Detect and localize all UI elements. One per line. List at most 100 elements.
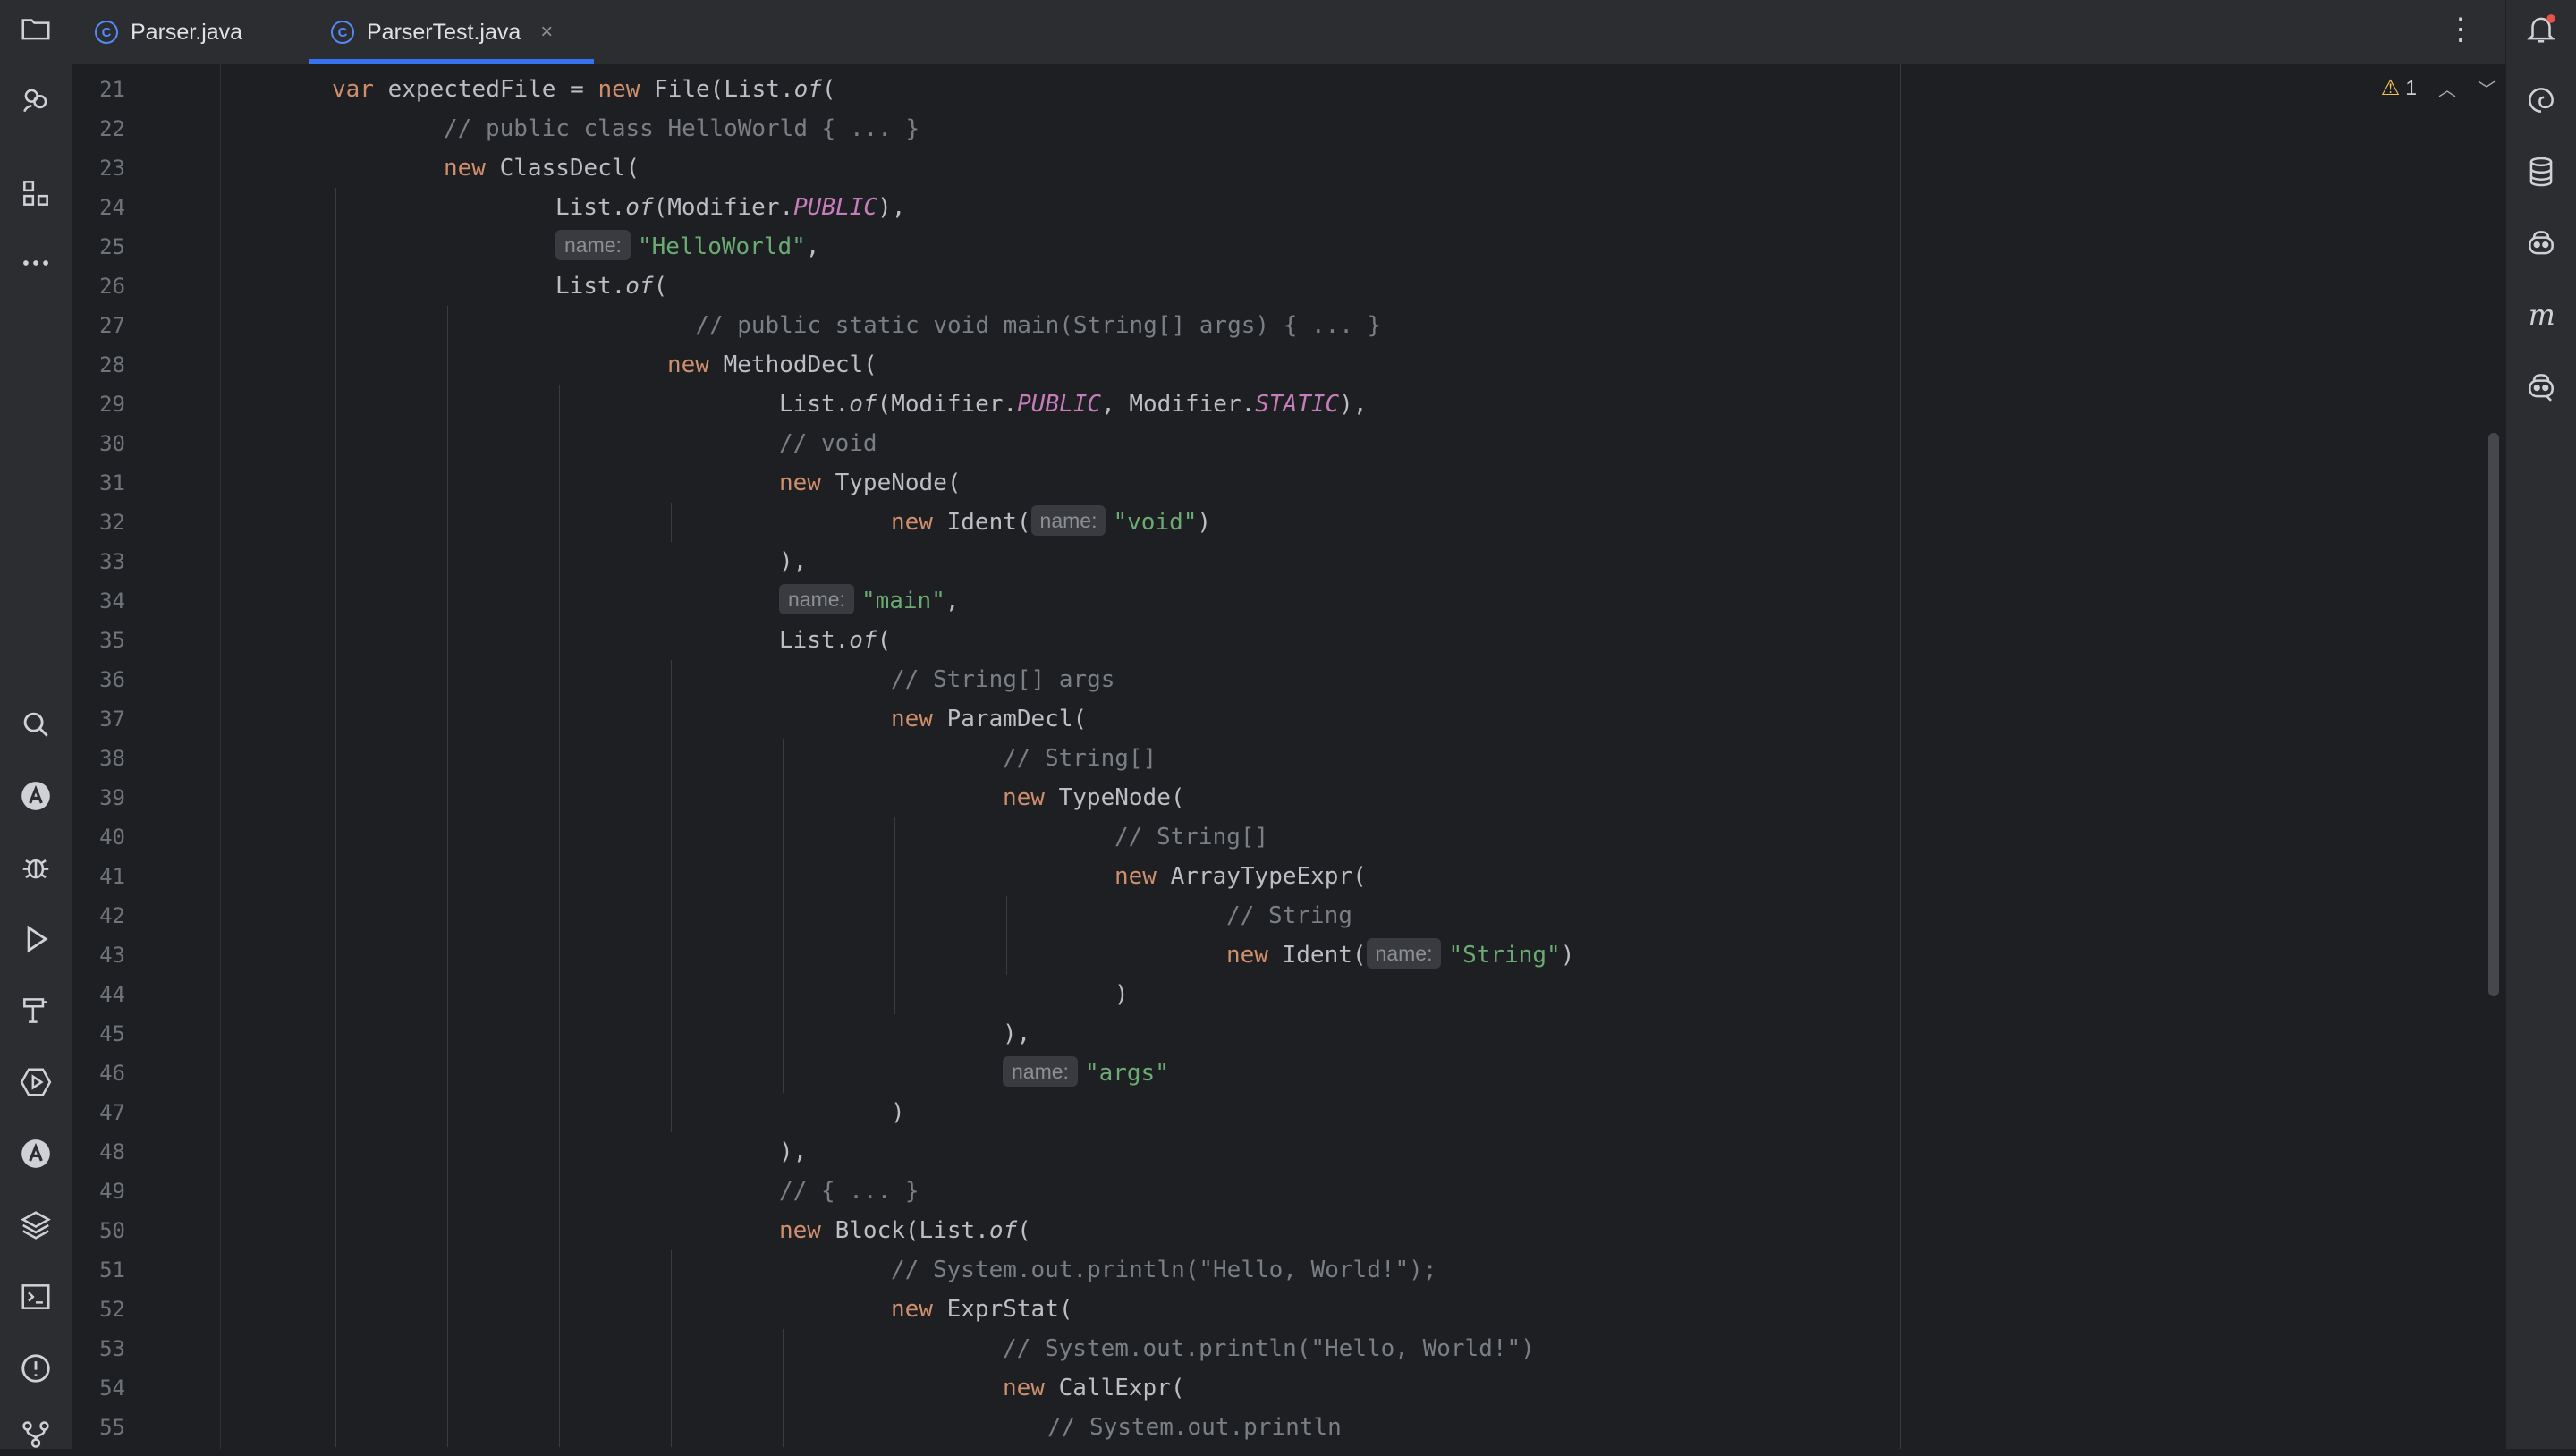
parameter-hint: name: <box>1366 938 1442 969</box>
previous-highlight-icon[interactable]: ︿ <box>2438 75 2456 101</box>
build-icon[interactable] <box>14 989 57 1032</box>
code-editor[interactable]: 21 var expectedFile = new File(List.of(22… <box>72 64 2506 1449</box>
code-line[interactable]: 41 new ArrayTypeExpr( <box>72 857 2218 896</box>
code-line[interactable]: 32 new Ident(name: "void") <box>72 503 2218 542</box>
code-text: // void <box>779 424 877 463</box>
vcs-commit-icon[interactable] <box>14 79 57 122</box>
code-token: new <box>891 1296 947 1323</box>
structure-icon[interactable] <box>14 172 57 215</box>
code-line[interactable]: 21 var expectedFile = new File(List.of( <box>72 70 2218 109</box>
search-icon[interactable] <box>14 703 57 746</box>
code-text: new MethodDecl( <box>667 345 877 385</box>
debug-icon[interactable] <box>14 846 57 889</box>
code-line[interactable]: 45), <box>72 1014 2218 1054</box>
code-line[interactable]: 52 new ExprStat( <box>72 1290 2218 1329</box>
code-line[interactable]: 53 // System.out.println("Hello, World!") <box>72 1329 2218 1368</box>
more-tools-icon[interactable] <box>14 241 57 284</box>
code-line[interactable]: 49 // { ... } <box>72 1172 2218 1211</box>
code-line[interactable]: 47) <box>72 1093 2218 1132</box>
code-line[interactable]: 38 // String[] <box>72 739 2218 778</box>
parameter-hint: name: <box>1030 505 1106 536</box>
problems-icon[interactable] <box>14 1347 57 1390</box>
code-line[interactable]: 26 List.of( <box>72 267 2218 306</box>
more-options-icon[interactable]: ⋮ <box>2445 14 2476 45</box>
code-token: "main" <box>860 588 945 614</box>
code-text: // System.out.println <box>1047 1408 1342 1447</box>
line-number: 51 <box>99 1257 125 1282</box>
java-class-icon: C <box>331 21 354 44</box>
ai-spiral-icon[interactable] <box>2520 79 2563 122</box>
line-number: 28 <box>99 352 125 377</box>
code-line[interactable]: 24 List.of(Modifier.PUBLIC), <box>72 188 2218 227</box>
code-line[interactable]: 37 new ParamDecl( <box>72 699 2218 739</box>
code-line[interactable]: 34 name: "main", <box>72 581 2218 621</box>
line-number: 33 <box>99 549 125 574</box>
code-token: // System.out.println <box>1047 1414 1342 1441</box>
code-line[interactable]: 50 new Block(List.of( <box>72 1211 2218 1250</box>
code-token: ), <box>1003 1020 1031 1047</box>
ai-chat-icon[interactable] <box>14 1132 57 1175</box>
run-icon[interactable] <box>14 918 57 961</box>
code-line[interactable]: 22 // public class HelloWorld { ... } <box>72 109 2218 148</box>
code-line[interactable]: 48), <box>72 1132 2218 1172</box>
maven-icon[interactable]: m <box>2520 293 2563 336</box>
code-line[interactable]: 39 new TypeNode( <box>72 778 2218 817</box>
code-line[interactable]: 29 List.of(Modifier.PUBLIC, Modifier.STAT… <box>72 385 2218 424</box>
code-line[interactable]: 42 // String <box>72 896 2218 935</box>
code-line[interactable]: 25 name: "HelloWorld", <box>72 227 2218 267</box>
code-token: "void" <box>1113 509 1198 536</box>
line-number: 48 <box>99 1139 125 1164</box>
code-line[interactable]: 36 // String[] args <box>72 660 2218 699</box>
code-token: , <box>805 233 820 260</box>
layers-icon[interactable] <box>14 1204 57 1247</box>
line-number: 45 <box>99 1021 125 1046</box>
code-text: new ParamDecl( <box>891 699 1087 739</box>
code-token: STATIC <box>1255 391 1340 418</box>
code-line[interactable]: 51 // System.out.println("Hello, World!")… <box>72 1250 2218 1290</box>
code-token: // public static void main(String[] args… <box>695 312 1382 339</box>
ai-assistant-icon[interactable] <box>14 775 57 817</box>
code-token: ), <box>779 1139 808 1165</box>
code-token: ( <box>821 76 836 103</box>
tab-label: Parser.java <box>131 19 243 45</box>
copilot-icon[interactable] <box>2520 222 2563 265</box>
code-line[interactable]: 31 new TypeNode( <box>72 463 2218 503</box>
tab-parser-java[interactable]: C Parser.java <box>95 0 309 64</box>
code-token: Ident( <box>946 509 1031 536</box>
code-line[interactable]: 55 // System.out.println <box>72 1408 2218 1447</box>
vertical-scrollbar[interactable] <box>2488 433 2499 996</box>
code-line[interactable]: 28 new MethodDecl( <box>72 345 2218 385</box>
code-line[interactable]: 46 name: "args" <box>72 1054 2218 1093</box>
code-token: ) <box>1114 981 1129 1008</box>
terminal-icon[interactable] <box>14 1275 57 1318</box>
editor-tab-bar: C Parser.java C ParserTest.java × ⋮ <box>72 0 2506 65</box>
code-text: // String[] <box>1003 739 1157 778</box>
code-line[interactable]: 44) <box>72 975 2218 1014</box>
code-line[interactable]: 54 new CallExpr( <box>72 1368 2218 1408</box>
services-icon[interactable] <box>14 1061 57 1104</box>
code-token: ), <box>877 194 906 221</box>
code-text: // public static void main(String[] args… <box>695 306 1381 345</box>
close-icon[interactable]: × <box>540 20 553 45</box>
project-icon[interactable] <box>14 7 57 50</box>
code-line[interactable]: 23 new ClassDecl( <box>72 148 2218 188</box>
code-text: new Ident(name: "void") <box>891 503 1211 542</box>
code-line[interactable]: 33), <box>72 542 2218 581</box>
line-number: 31 <box>99 470 125 495</box>
line-number: 26 <box>99 274 125 299</box>
inspection-widget[interactable]: ⚠ 1 ︿ ﹀ <box>2381 75 2496 101</box>
copilot-chat-icon[interactable] <box>2520 365 2563 408</box>
code-text: new Block(List.of( <box>779 1211 1031 1250</box>
code-line[interactable]: 30 // void <box>72 424 2218 463</box>
git-icon[interactable] <box>14 1413 57 1456</box>
code-token: // void <box>779 430 877 457</box>
notifications-icon[interactable] <box>2520 7 2563 50</box>
code-line[interactable]: 27 // public static void main(String[] ar… <box>72 306 2218 345</box>
database-icon[interactable] <box>2520 150 2563 193</box>
code-token: new <box>1003 1375 1059 1401</box>
next-highlight-icon[interactable]: ﹀ <box>2478 75 2496 101</box>
code-line[interactable]: 35 List.of( <box>72 621 2218 660</box>
code-line[interactable]: 40 // String[] <box>72 817 2218 857</box>
code-line[interactable]: 43 new Ident(name: "String") <box>72 935 2218 975</box>
tab-parsertest-java[interactable]: C ParserTest.java × <box>309 0 594 64</box>
